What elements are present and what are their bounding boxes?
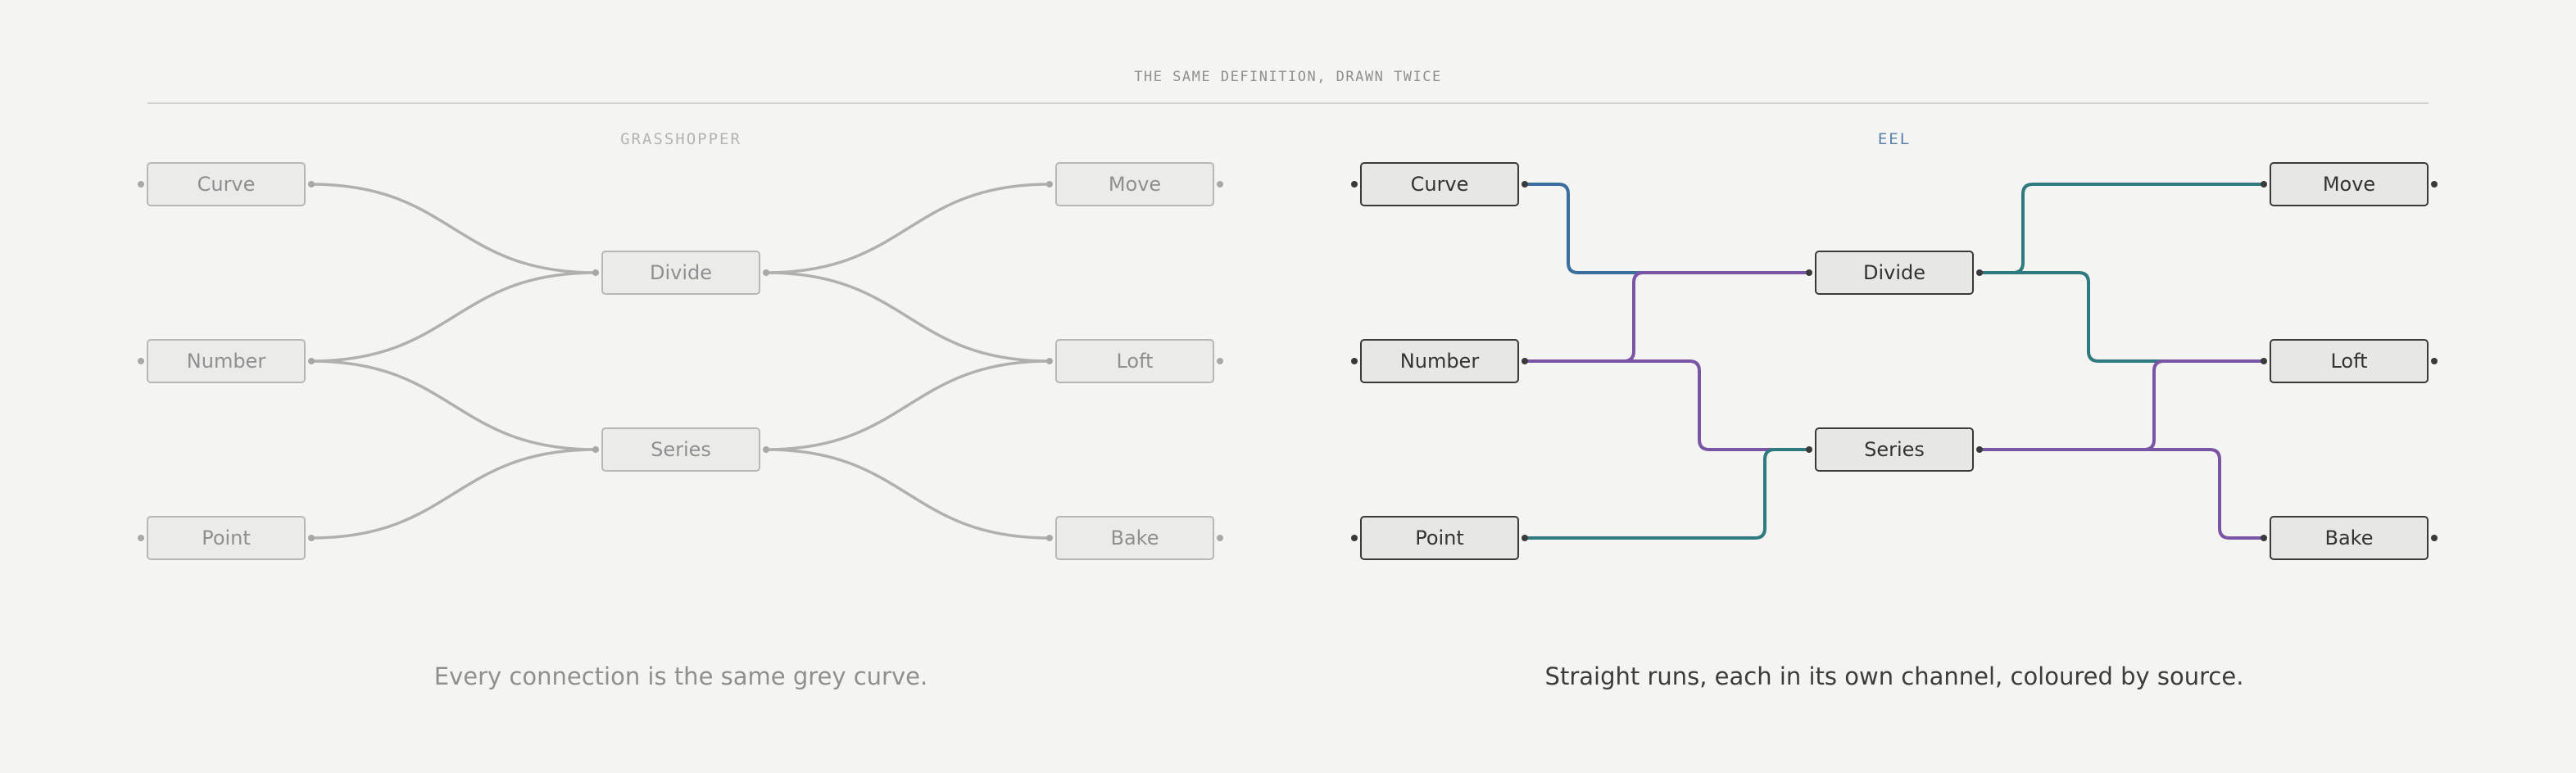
eel-wire-series-bake	[1980, 448, 2264, 540]
eel-node-move-input-port[interactable]	[2261, 181, 2267, 188]
eel-node-curve[interactable]: Curve	[1351, 162, 1528, 206]
grasshopper-node-bake-output-port[interactable]	[1217, 535, 1223, 541]
eel-node-divide-input-port[interactable]	[1806, 269, 1812, 276]
eel-node-point-output-port[interactable]	[1522, 535, 1528, 541]
grasshopper-wires	[311, 183, 1050, 540]
grasshopper-nodes: Curve Number Point Divide Series Move Loft Bake	[138, 162, 1223, 560]
eel-node-divide[interactable]: Divide	[1806, 251, 1983, 295]
grasshopper-node-curve[interactable]: Curve	[138, 162, 315, 206]
eel-wire-number-divide	[1525, 271, 1809, 363]
grasshopper-wire-series-bake	[765, 448, 1050, 540]
grasshopper-node-divide-output-port[interactable]	[763, 269, 769, 276]
eel-node-move-label: Move	[2323, 173, 2375, 196]
eel-node-bake-output-port[interactable]	[2431, 535, 2438, 541]
eel-node-series-label: Series	[1864, 438, 1925, 461]
grasshopper-node-number[interactable]: Number	[138, 339, 315, 383]
eel-node-loft-input-port[interactable]	[2261, 358, 2267, 364]
grasshopper-node-series[interactable]: Series	[592, 427, 769, 472]
grasshopper-node-move-label: Move	[1109, 173, 1161, 196]
eel-node-number-output-port[interactable]	[1522, 358, 1528, 364]
eel-node-series-input-port[interactable]	[1806, 446, 1812, 453]
grasshopper-node-series-input-port[interactable]	[592, 446, 599, 453]
eel-node-number[interactable]: Number	[1351, 339, 1528, 383]
eel-node-series-output-port[interactable]	[1976, 446, 1983, 453]
grasshopper-node-move-output-port[interactable]	[1217, 181, 1223, 188]
grasshopper-node-number-label: Number	[187, 350, 266, 373]
grasshopper-wire-point-series	[311, 448, 596, 540]
eel-wire-point-series	[1525, 448, 1809, 540]
grasshopper-node-number-input-port[interactable]	[138, 358, 144, 364]
grasshopper-node-divide-label: Divide	[650, 261, 712, 284]
eel-node-point-input-port[interactable]	[1351, 535, 1358, 541]
grasshopper-caption: Every connection is the same grey curve.	[433, 662, 928, 690]
grasshopper-node-curve-input-port[interactable]	[138, 181, 144, 188]
eel-node-loft-label: Loft	[2330, 350, 2367, 373]
grasshopper-node-number-output-port[interactable]	[308, 358, 315, 364]
eel-node-divide-label: Divide	[1863, 261, 1925, 284]
grasshopper-node-point-label: Point	[202, 527, 251, 549]
grasshopper-node-bake[interactable]: Bake	[1046, 516, 1223, 560]
eel-node-series[interactable]: Series	[1806, 427, 1983, 472]
eel-node-loft[interactable]: Loft	[2261, 339, 2438, 383]
grasshopper-wire-curve-divide	[311, 183, 596, 274]
eel-node-number-input-port[interactable]	[1351, 358, 1358, 364]
eel-wire-divide-move	[1980, 183, 2264, 274]
grasshopper-node-loft-input-port[interactable]	[1046, 358, 1053, 364]
eel-wire-divide-loft	[1980, 271, 2264, 363]
eel-node-move[interactable]: Move	[2261, 162, 2438, 206]
grasshopper-node-loft-label: Loft	[1116, 350, 1153, 373]
grasshopper-node-curve-label: Curve	[197, 173, 256, 196]
eel-node-move-output-port[interactable]	[2431, 181, 2438, 188]
grasshopper-node-divide-input-port[interactable]	[592, 269, 599, 276]
eel-node-bake-label: Bake	[2325, 527, 2374, 549]
eel-node-bake[interactable]: Bake	[2261, 516, 2438, 560]
grasshopper-node-point-input-port[interactable]	[138, 535, 144, 541]
grasshopper-node-point-output-port[interactable]	[308, 535, 315, 541]
grasshopper-wire-number-series	[311, 359, 596, 451]
eel-node-curve-label: Curve	[1411, 173, 1469, 196]
eel-wire-series-loft	[1980, 359, 2264, 451]
eel-node-curve-output-port[interactable]	[1522, 181, 1528, 188]
eel-node-bake-input-port[interactable]	[2261, 535, 2267, 541]
eel-wires	[1525, 183, 2264, 540]
grasshopper-wire-divide-move	[765, 183, 1050, 274]
grasshopper-wire-divide-loft	[765, 271, 1050, 363]
grasshopper-node-bake-input-port[interactable]	[1046, 535, 1053, 541]
grasshopper-node-divide[interactable]: Divide	[592, 251, 769, 295]
grasshopper-node-loft[interactable]: Loft	[1046, 339, 1223, 383]
node-graph-diagram: Curve Number Point Divide Series Move Loft Bake…	[138, 162, 2438, 560]
eel-node-divide-output-port[interactable]	[1976, 269, 1983, 276]
eel-node-curve-input-port[interactable]	[1351, 181, 1358, 188]
eel-wire-curve-divide	[1525, 183, 1809, 274]
eel-nodes: Curve Number Point Divide Series Move Loft Bake	[1351, 162, 2438, 560]
grasshopper-node-move-input-port[interactable]	[1046, 181, 1053, 188]
grasshopper-node-bake-label: Bake	[1111, 527, 1159, 549]
eel-node-point-label: Point	[1415, 527, 1464, 549]
grasshopper-node-curve-output-port[interactable]	[308, 181, 315, 188]
grasshopper-node-point[interactable]: Point	[138, 516, 315, 560]
eel-node-number-label: Number	[1400, 350, 1480, 373]
eel-node-point[interactable]: Point	[1351, 516, 1528, 560]
eel-wire-number-series	[1525, 359, 1809, 451]
grasshopper-node-series-label: Series	[651, 438, 711, 461]
grasshopper-node-series-output-port[interactable]	[763, 446, 769, 453]
eel-caption: Straight runs, each in its own channel, …	[1544, 662, 2244, 690]
eel-node-loft-output-port[interactable]	[2431, 358, 2438, 364]
grasshopper-node-move[interactable]: Move	[1046, 162, 1223, 206]
grasshopper-node-loft-output-port[interactable]	[1217, 358, 1223, 364]
grasshopper-wire-number-divide	[311, 271, 596, 363]
grasshopper-wire-series-loft	[765, 359, 1050, 451]
